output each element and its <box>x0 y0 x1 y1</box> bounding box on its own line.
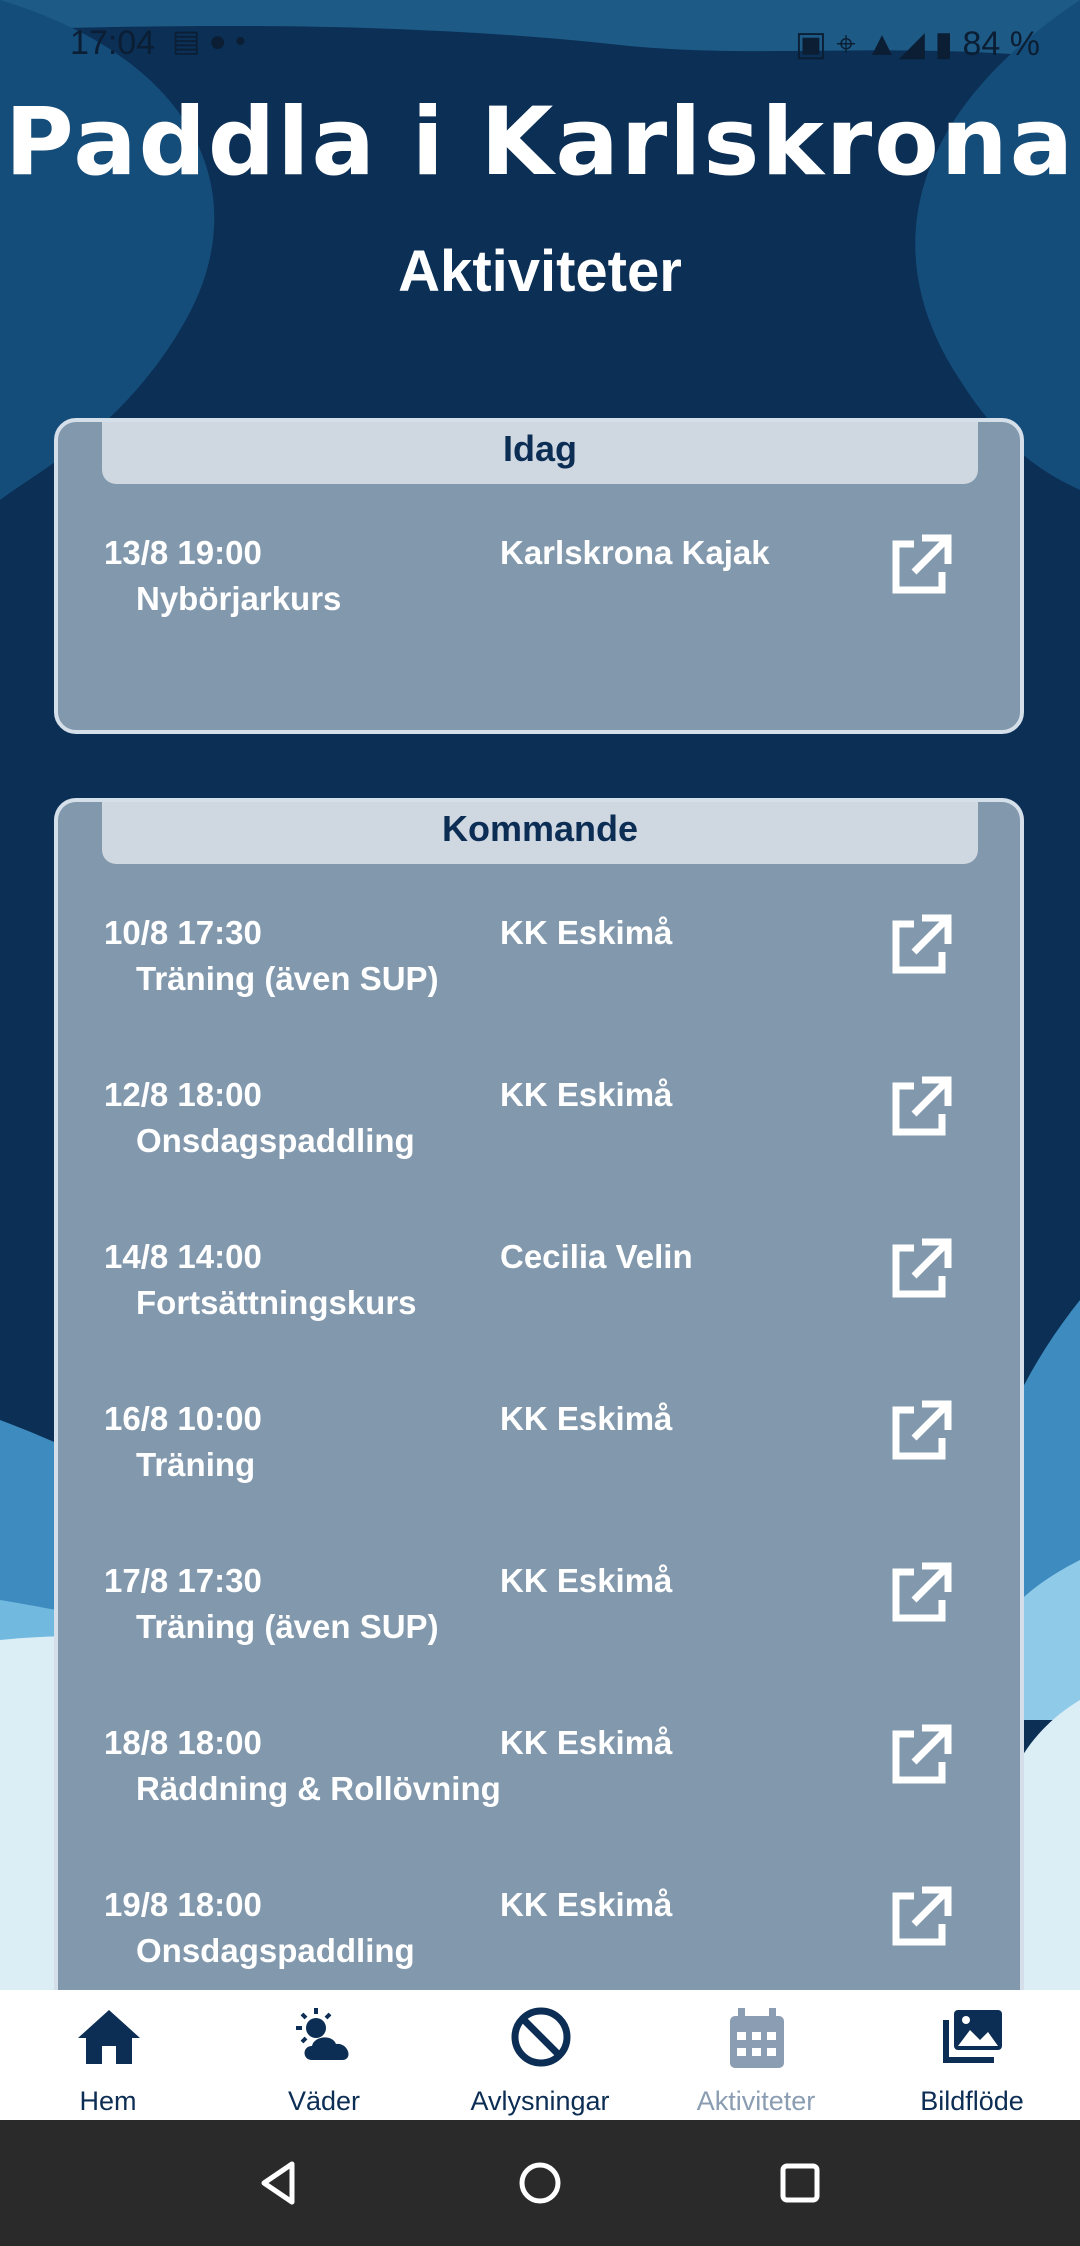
tab-label: Väder <box>287 2086 361 2116</box>
today-card-title: Idag <box>102 422 978 484</box>
external-link-icon[interactable] <box>886 910 956 980</box>
tab-label: Aktiviteter <box>696 2086 816 2116</box>
tab-hem[interactable]: Hem <box>0 1990 216 2120</box>
weather-icon <box>296 2008 349 2060</box>
status-time: 17:04 <box>70 24 156 62</box>
event-row[interactable]: 18/8 18:00 Räddning & Rollövning KK Eskimå <box>58 1724 1020 1864</box>
calendar-icon <box>730 2008 784 2068</box>
home-button[interactable] <box>507 2150 573 2216</box>
tab-aktiviteter[interactable]: Aktiviteter <box>648 1990 864 2120</box>
tab-label: Bildflöde <box>920 2086 1024 2116</box>
tab-label: Avlysningar <box>470 2086 610 2116</box>
upcoming-card-title: Kommande <box>102 802 978 864</box>
event-name: Onsdagspaddling <box>136 1932 415 1969</box>
external-link-icon[interactable] <box>886 1720 956 1790</box>
tab-bildflode[interactable]: Bildflöde <box>864 1990 1080 2120</box>
event-datetime: 13/8 19:00 <box>104 534 262 571</box>
event-row[interactable]: 16/8 10:00 Träning KK Eskimå <box>58 1400 1020 1540</box>
event-name: Räddning & Rollövning <box>136 1770 501 1807</box>
page-title: Aktiviteter <box>398 239 682 304</box>
external-link-icon[interactable] <box>886 1072 956 1142</box>
recents-button[interactable] <box>767 2150 833 2216</box>
event-name: Träning <box>136 1446 256 1483</box>
external-link-icon[interactable] <box>886 1234 956 1304</box>
app-title: Paddla i Karlskrona <box>4 88 1076 197</box>
tab-label: Hem <box>79 2086 137 2116</box>
event-name: Fortsättningskurs <box>136 1284 417 1321</box>
event-row[interactable]: 17/8 17:30 Träning (även SUP) KK Eskimå <box>58 1562 1020 1702</box>
event-organizer: Karlskrona Kajak <box>500 534 770 571</box>
images-icon <box>943 2010 1002 2063</box>
today-card: Idag 13/8 19:00 Nybörjarkurs Karlskrona … <box>54 418 1024 734</box>
status-right: ▣ ⌖ ▲◢ ▮ 84 % <box>795 24 1040 64</box>
event-organizer: KK Eskimå <box>500 1724 673 1761</box>
event-organizer: KK Eskimå <box>500 1076 673 1113</box>
event-datetime: 12/8 18:00 <box>104 1076 262 1113</box>
status-bar: 17:04 ▤ ● • ▣ ⌖ ▲◢ ▮ 84 % <box>0 0 1080 90</box>
event-datetime: 14/8 14:00 <box>104 1238 262 1275</box>
event-name: Träning (även SUP) <box>136 1608 439 1645</box>
event-row[interactable]: 14/8 14:00 Fortsättningskurs Cecilia Velin <box>58 1238 1020 1378</box>
tab-vader[interactable]: Väder <box>216 1990 432 2120</box>
battery-level: 84 % <box>962 25 1041 63</box>
event-organizer: KK Eskimå <box>500 1886 673 1923</box>
external-link-icon[interactable] <box>886 1882 956 1952</box>
notification-icons: ▤ ● • <box>172 25 246 58</box>
bottom-tab-bar: Hem Väder Avlysningar Aktiviteter Bildfl… <box>0 1990 1080 2120</box>
event-row[interactable]: 13/8 19:00 Nybörjarkurs Karlskrona Kajak <box>58 534 1020 674</box>
event-organizer: KK Eskimå <box>500 1400 673 1437</box>
event-row[interactable]: 12/8 18:00 Onsdagspaddling KK Eskimå <box>58 1076 1020 1216</box>
back-button[interactable] <box>246 2150 312 2216</box>
event-datetime: 18/8 18:00 <box>104 1724 262 1761</box>
external-link-icon[interactable] <box>886 1558 956 1628</box>
event-name: Träning (även SUP) <box>136 960 439 997</box>
external-link-icon[interactable] <box>886 1396 956 1466</box>
event-organizer: Cecilia Velin <box>500 1238 693 1275</box>
event-organizer: KK Eskimå <box>500 1562 673 1599</box>
home-icon <box>78 2010 140 2064</box>
signal-icons: ▣ ⌖ ▲◢ ▮ <box>794 25 954 63</box>
system-nav-bar <box>0 2120 1080 2246</box>
cancel-icon <box>511 2007 571 2067</box>
tab-avlysningar[interactable]: Avlysningar <box>432 1990 648 2120</box>
event-name: Nybörjarkurs <box>136 580 342 617</box>
event-datetime: 16/8 10:00 <box>104 1400 262 1437</box>
event-datetime: 10/8 17:30 <box>104 914 262 951</box>
external-link-icon[interactable] <box>886 530 956 600</box>
event-name: Onsdagspaddling <box>136 1122 415 1159</box>
upcoming-card: Kommande 10/8 17:30 Träning (även SUP) KK … <box>54 798 1024 2038</box>
event-datetime: 19/8 18:00 <box>104 1886 262 1923</box>
event-datetime: 17/8 17:30 <box>104 1562 262 1599</box>
event-row[interactable]: 10/8 17:30 Träning (även SUP) KK Eskimå <box>58 914 1020 1054</box>
event-organizer: KK Eskimå <box>500 914 673 951</box>
